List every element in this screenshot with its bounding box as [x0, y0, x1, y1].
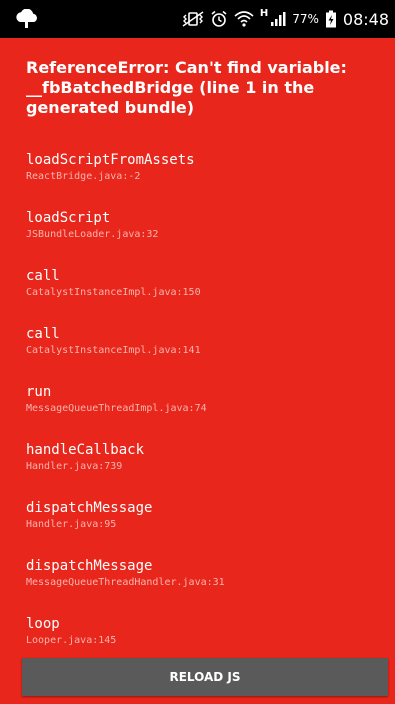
frame-method: call	[26, 326, 60, 342]
network-type: H	[259, 7, 269, 19]
frame-method: loadScript	[26, 210, 111, 226]
signal-icon	[270, 11, 286, 27]
alarm-icon	[210, 10, 228, 28]
frame-method: call	[26, 268, 60, 284]
stack-trace: loadScriptFromAssets ReactBridge.java:-2…	[26, 151, 376, 673]
stack-frame[interactable]: handleCallback Handler.java:739	[26, 441, 376, 499]
stack-frame[interactable]: call CatalystInstanceImpl.java:141	[26, 325, 376, 383]
wifi-icon	[234, 11, 254, 27]
stack-frame[interactable]: run MessageQueueThreadImpl.java:74	[26, 383, 376, 441]
status-icons: H 77% 08:48	[182, 0, 389, 38]
frame-location: Handler.java:739	[26, 461, 123, 472]
clock: 08:48	[342, 9, 389, 29]
frame-location: Looper.java:145	[26, 635, 117, 646]
frame-method: loop	[26, 616, 60, 632]
error-title: ReferenceError: Can't find variable: __f…	[26, 58, 347, 117]
stack-frame[interactable]: call CatalystInstanceImpl.java:150	[26, 267, 376, 325]
frame-location: Handler.java:95	[26, 519, 117, 530]
reload-js-button[interactable]: RELOAD JS	[22, 658, 388, 696]
frame-location: MessageQueueThreadImpl.java:74	[26, 403, 207, 414]
frame-method: handleCallback	[26, 442, 145, 458]
stack-frame[interactable]: dispatchMessage MessageQueueThreadHandle…	[26, 557, 376, 615]
frame-location: ReactBridge.java:-2	[26, 171, 141, 182]
vibrate-icon	[182, 11, 204, 27]
frame-location: CatalystInstanceImpl.java:141	[26, 345, 201, 356]
battery-icon	[325, 10, 337, 28]
frame-location: CatalystInstanceImpl.java:150	[26, 287, 201, 298]
cloud-icon	[14, 8, 40, 29]
status-bar: H 77% 08:48	[0, 0, 395, 38]
frame-method: dispatchMessage	[26, 558, 153, 574]
redbox-content: ReferenceError: Can't find variable: __f…	[26, 58, 376, 673]
stack-frame[interactable]: dispatchMessage Handler.java:95	[26, 499, 376, 557]
stack-frame[interactable]: loadScript JSBundleLoader.java:32	[26, 209, 376, 267]
battery-percent: 77%	[292, 12, 319, 26]
frame-method: run	[26, 384, 52, 400]
frame-location: JSBundleLoader.java:32	[26, 229, 159, 240]
frame-location: MessageQueueThreadHandler.java:31	[26, 577, 225, 588]
frame-method: loadScriptFromAssets	[26, 152, 195, 168]
frame-method: dispatchMessage	[26, 500, 153, 516]
stack-frame[interactable]: loadScriptFromAssets ReactBridge.java:-2	[26, 151, 376, 209]
